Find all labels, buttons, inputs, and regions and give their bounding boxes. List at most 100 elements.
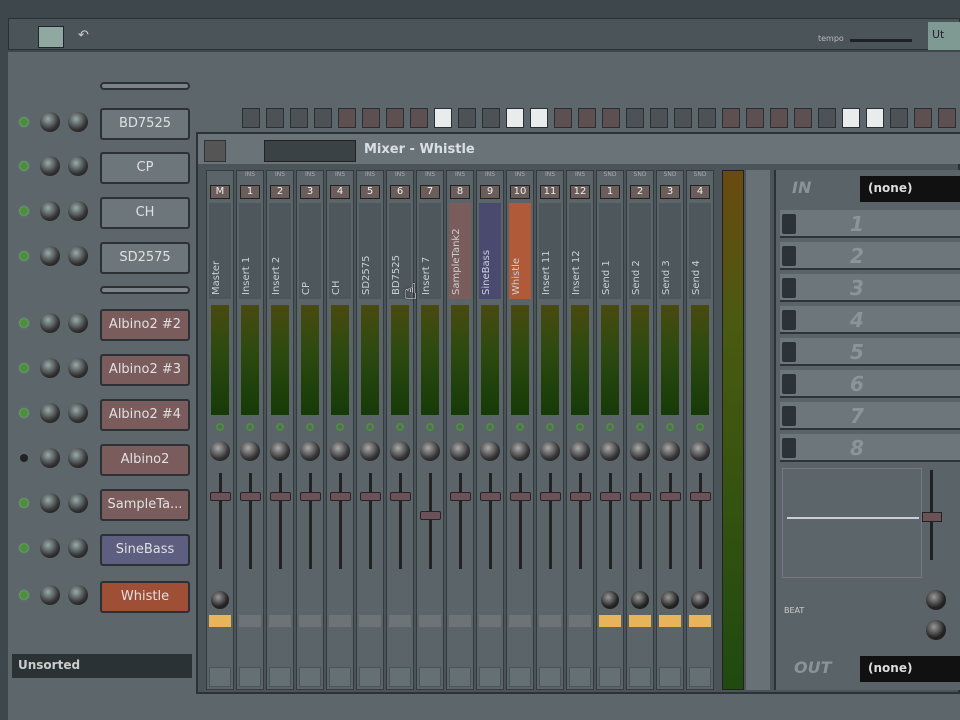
strip-volume-fader[interactable]	[240, 492, 261, 502]
strip-name-box[interactable]: Send 4	[689, 203, 711, 299]
channel-button[interactable]: Whistle	[100, 581, 190, 613]
channel-button[interactable]: Albino2	[100, 444, 190, 476]
strip-name-box[interactable]: Whistle	[509, 203, 531, 299]
strip-number[interactable]: 11	[540, 185, 560, 199]
step-button[interactable]	[266, 108, 284, 128]
step-button[interactable]	[722, 108, 740, 128]
undo-icon[interactable]: ↶	[78, 28, 89, 43]
strip-send-knob[interactable]	[601, 591, 619, 609]
output-select[interactable]: (none)	[860, 656, 960, 682]
rack-group-separator[interactable]	[100, 82, 190, 90]
strip-name-box[interactable]: SampleTank2	[449, 203, 471, 299]
strip-number[interactable]: 2	[630, 185, 650, 199]
mixer-strip[interactable]: INS 2 Insert 2	[266, 170, 294, 690]
strip-number[interactable]: 4	[330, 185, 350, 199]
strip-fx-slot[interactable]	[629, 667, 651, 687]
channel-mute-led[interactable]	[20, 252, 28, 260]
strip-name-box[interactable]: Insert 12	[569, 203, 591, 299]
strip-number[interactable]: 1	[600, 185, 620, 199]
strip-send-knob[interactable]	[691, 591, 709, 609]
strip-fx-slot[interactable]	[659, 667, 681, 687]
strip-volume-fader[interactable]	[300, 492, 321, 502]
channel-pan-knob[interactable]	[68, 585, 88, 605]
strip-pan-knob[interactable]	[540, 441, 560, 461]
rack-group-separator[interactable]	[100, 286, 190, 294]
tempo-slider[interactable]	[850, 39, 912, 42]
channel-volume-knob[interactable]	[40, 448, 60, 468]
fx-slot-menu-button[interactable]	[782, 310, 796, 330]
strip-volume-fader[interactable]	[630, 492, 651, 502]
mixer-strip[interactable]: M Master	[206, 170, 234, 690]
strip-number[interactable]: 9	[480, 185, 500, 199]
strip-enable-led[interactable]	[666, 423, 674, 431]
strip-name-box[interactable]: Send 3	[659, 203, 681, 299]
strip-pan-knob[interactable]	[480, 441, 500, 461]
strip-name-box[interactable]: Insert 1	[239, 203, 261, 299]
step-button[interactable]	[914, 108, 932, 128]
fx-slot-menu-button[interactable]	[782, 374, 796, 394]
strip-pan-knob[interactable]	[300, 441, 320, 461]
strip-fx-slot[interactable]	[509, 667, 531, 687]
strip-fx-slot[interactable]	[389, 667, 411, 687]
strip-route-button[interactable]	[659, 615, 681, 627]
strip-number[interactable]: 2	[270, 185, 290, 199]
strip-volume-fader[interactable]	[360, 492, 381, 502]
strip-pan-knob[interactable]	[330, 441, 350, 461]
strip-volume-fader[interactable]	[600, 492, 621, 502]
strip-fx-slot[interactable]	[239, 667, 261, 687]
fx-slot-menu-button[interactable]	[782, 342, 796, 362]
strip-enable-led[interactable]	[336, 423, 344, 431]
channel-pan-knob[interactable]	[68, 403, 88, 423]
strip-pan-knob[interactable]	[390, 441, 410, 461]
strip-pan-knob[interactable]	[510, 441, 530, 461]
channel-button[interactable]: BD7525	[100, 108, 190, 140]
strip-pan-knob[interactable]	[690, 441, 710, 461]
step-button[interactable]	[554, 108, 572, 128]
strip-name-box[interactable]: Insert 11	[539, 203, 561, 299]
view-toggle-button[interactable]	[38, 26, 64, 48]
strip-number[interactable]: 1	[240, 185, 260, 199]
strip-fx-slot[interactable]	[299, 667, 321, 687]
channel-mute-led[interactable]	[20, 454, 28, 462]
strip-number[interactable]: 6	[390, 185, 410, 199]
channel-pan-knob[interactable]	[68, 201, 88, 221]
eq-fader[interactable]	[922, 512, 942, 522]
mixer-strip[interactable]: INS 5 SD2575	[356, 170, 384, 690]
strip-route-button[interactable]	[509, 615, 531, 627]
input-select[interactable]: (none)	[860, 176, 960, 202]
channel-button[interactable]: SD2575	[100, 242, 190, 274]
step-button[interactable]	[698, 108, 716, 128]
strip-enable-led[interactable]	[636, 423, 644, 431]
strip-volume-fader[interactable]	[540, 492, 561, 502]
fx-slot[interactable]: 4	[780, 306, 960, 334]
strip-enable-led[interactable]	[276, 423, 284, 431]
strip-fx-slot[interactable]	[419, 667, 441, 687]
fx-slot[interactable]: 2	[780, 242, 960, 270]
fx-slot-menu-button[interactable]	[782, 214, 796, 234]
mixer-strip[interactable]: INS 12 Insert 12	[566, 170, 594, 690]
strip-pan-knob[interactable]	[420, 441, 440, 461]
strip-pan-knob[interactable]	[570, 441, 590, 461]
channel-volume-knob[interactable]	[40, 112, 60, 132]
strip-pan-knob[interactable]	[360, 441, 380, 461]
mixer-preset-field[interactable]	[264, 140, 356, 162]
strip-volume-fader[interactable]	[420, 511, 441, 521]
strip-fx-slot[interactable]	[599, 667, 621, 687]
strip-name-box[interactable]: SD2575	[359, 203, 381, 299]
channel-volume-knob[interactable]	[40, 585, 60, 605]
mixer-strip[interactable]: INS 1 Insert 1	[236, 170, 264, 690]
channel-button[interactable]: CP	[100, 152, 190, 184]
channel-mute-led[interactable]	[20, 364, 28, 372]
step-button[interactable]	[314, 108, 332, 128]
step-button[interactable]	[674, 108, 692, 128]
strip-fx-slot[interactable]	[329, 667, 351, 687]
channel-volume-knob[interactable]	[40, 313, 60, 333]
strip-volume-fader[interactable]	[270, 492, 291, 502]
strip-volume-fader[interactable]	[390, 492, 411, 502]
channel-pan-knob[interactable]	[68, 538, 88, 558]
strip-enable-led[interactable]	[216, 423, 224, 431]
beat-label[interactable]: BEAT	[784, 606, 804, 615]
step-button[interactable]	[842, 108, 860, 128]
strip-route-button[interactable]	[629, 615, 651, 627]
strip-route-button[interactable]	[239, 615, 261, 627]
